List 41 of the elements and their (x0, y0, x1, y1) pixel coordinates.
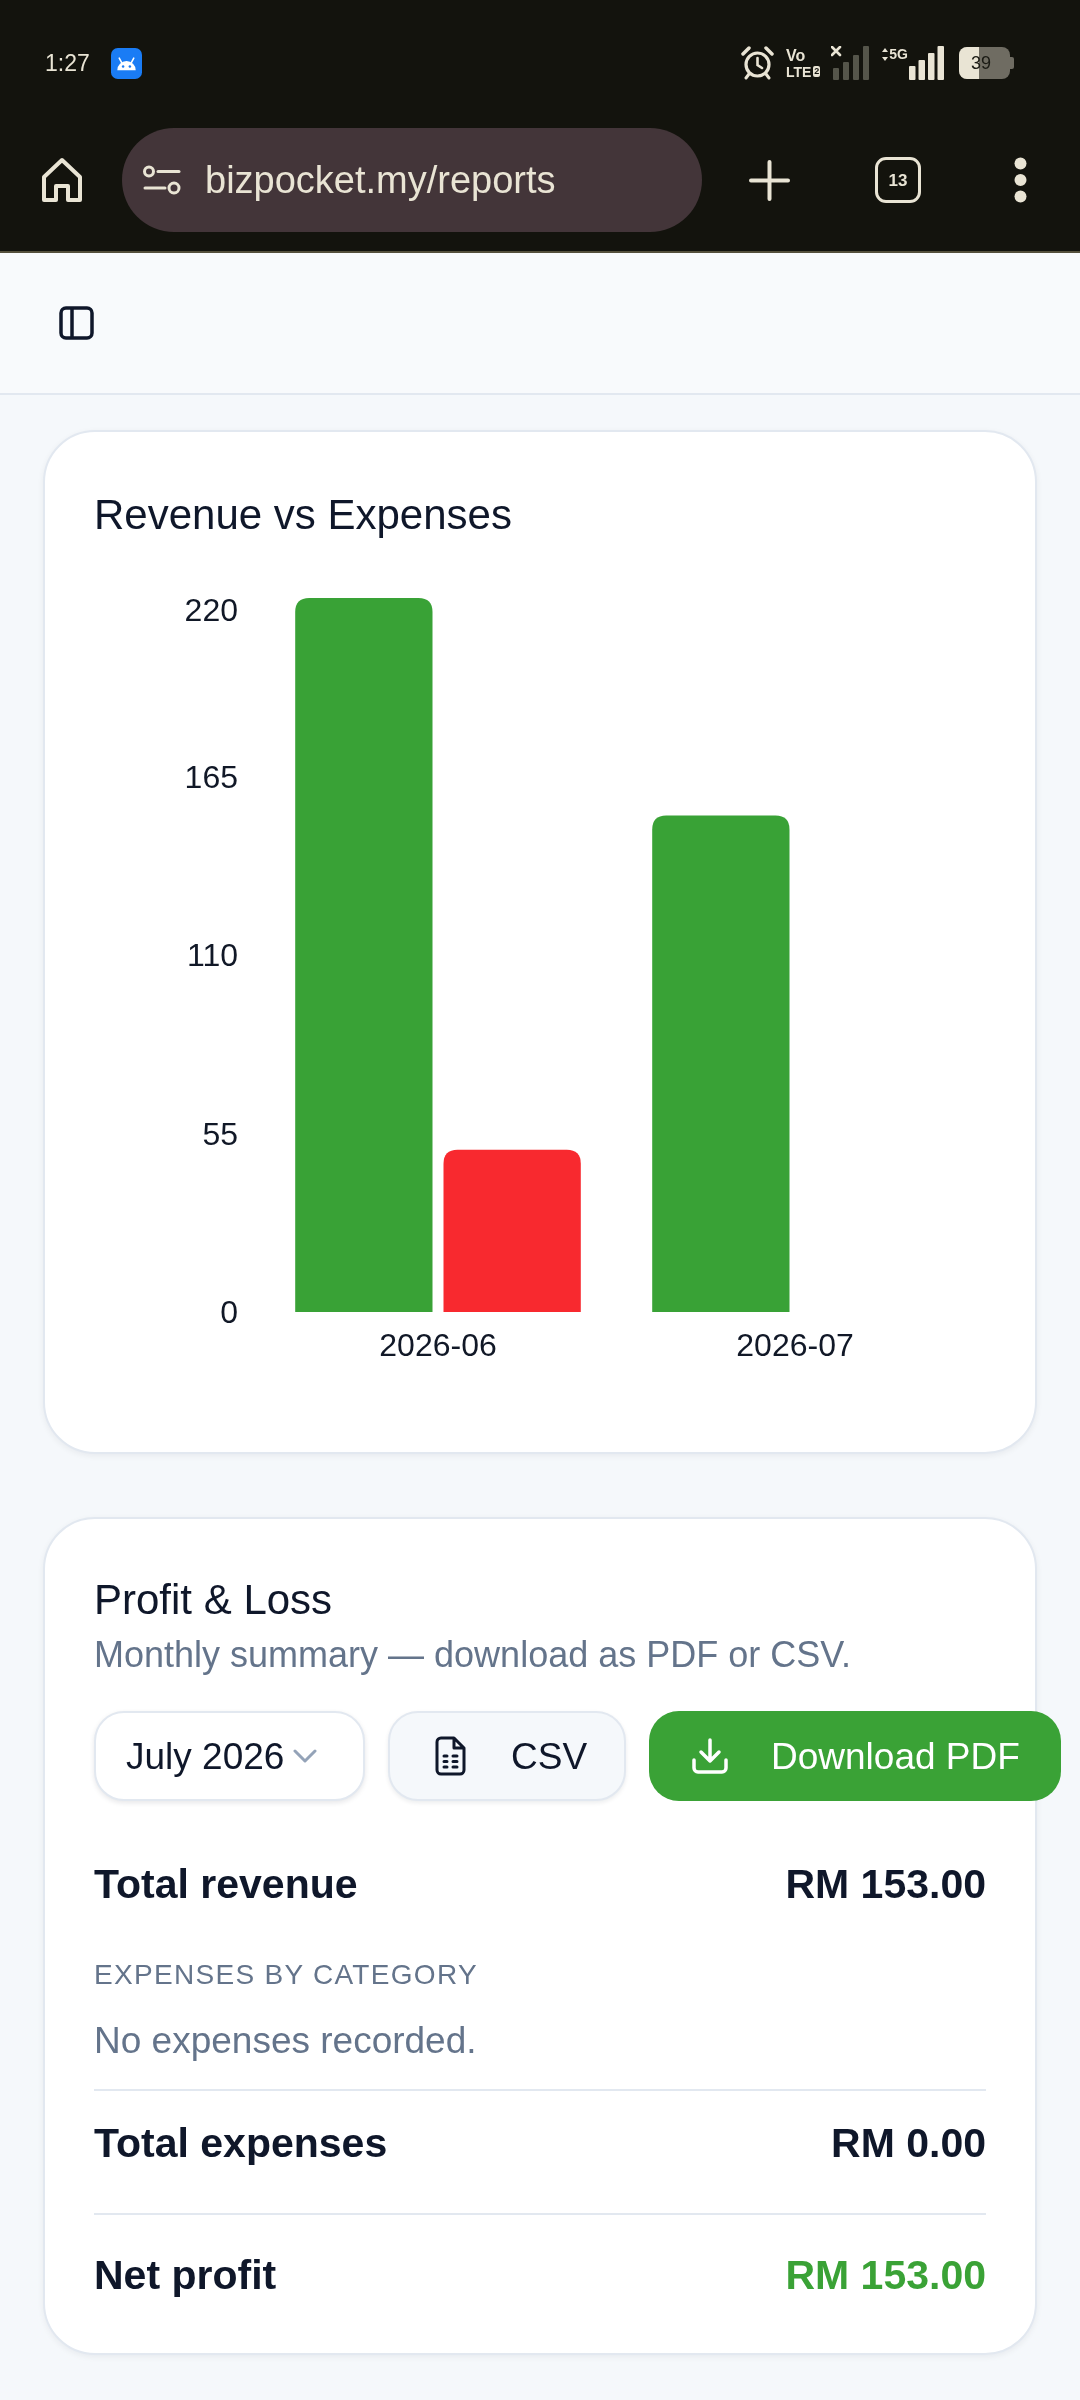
home-icon[interactable] (41, 157, 83, 203)
sliders-icon[interactable] (143, 165, 181, 195)
download-icon (692, 1738, 728, 1774)
y-axis-label: 0 (220, 1294, 238, 1330)
total-revenue-amount: RM 153.00 (785, 1860, 986, 1909)
tab-switcher-button[interactable]: 13 (875, 157, 921, 203)
plus-icon[interactable] (749, 159, 790, 201)
no-signal-icon (831, 46, 872, 80)
net-profit-amount: RM 153.00 (785, 2251, 986, 2300)
section-heading: EXPENSES BY CATEGORY (94, 1958, 479, 1992)
sim-slot-badge: 2 (813, 66, 821, 77)
data-arrows-icon (882, 47, 889, 61)
more-icon[interactable] (1014, 157, 1027, 203)
alarm-clock-icon (740, 46, 774, 80)
x-axis-label: 2026-06 (379, 1327, 497, 1363)
y-axis-label: 55 (202, 1115, 238, 1152)
empty-state-text: No expenses recorded. (94, 2019, 478, 2063)
file-icon (435, 1736, 466, 1776)
y-axis-label: 165 (184, 758, 238, 795)
volte-text: LTE (785, 63, 812, 80)
sidebar-icon[interactable] (59, 306, 94, 340)
x-axis-label: 2026-07 (736, 1327, 854, 1363)
card-subtitle: Monthly summary — download as PDF or CSV. (94, 1633, 852, 1677)
month-select[interactable]: July 2026 (94, 1711, 365, 1801)
total-revenue-label: Total revenue (94, 1860, 358, 1909)
signal-icon (909, 46, 945, 80)
chevron-down-icon (293, 1749, 318, 1763)
net-profit-label: Net profit (94, 2251, 277, 2300)
y-axis-label: 110 (187, 937, 238, 973)
url-text: bizpocket.my/reports (205, 161, 556, 199)
volte-text: Vo (785, 46, 806, 64)
y-axis-label: 220 (184, 592, 238, 628)
network-type: 5G (889, 46, 908, 62)
chart-title: Revenue vs Expenses (94, 490, 513, 540)
clock-time: 1:27 (45, 51, 90, 75)
total-expenses-amount: RM 0.00 (831, 2119, 986, 2168)
csv-button[interactable]: CSV (388, 1711, 626, 1801)
card-title: Profit & Loss (94, 1575, 334, 1625)
android-app-icon (110, 47, 142, 79)
total-expenses-label: Total expenses (94, 2119, 388, 2168)
address-bar[interactable]: bizpocket.my/reports (122, 128, 702, 232)
